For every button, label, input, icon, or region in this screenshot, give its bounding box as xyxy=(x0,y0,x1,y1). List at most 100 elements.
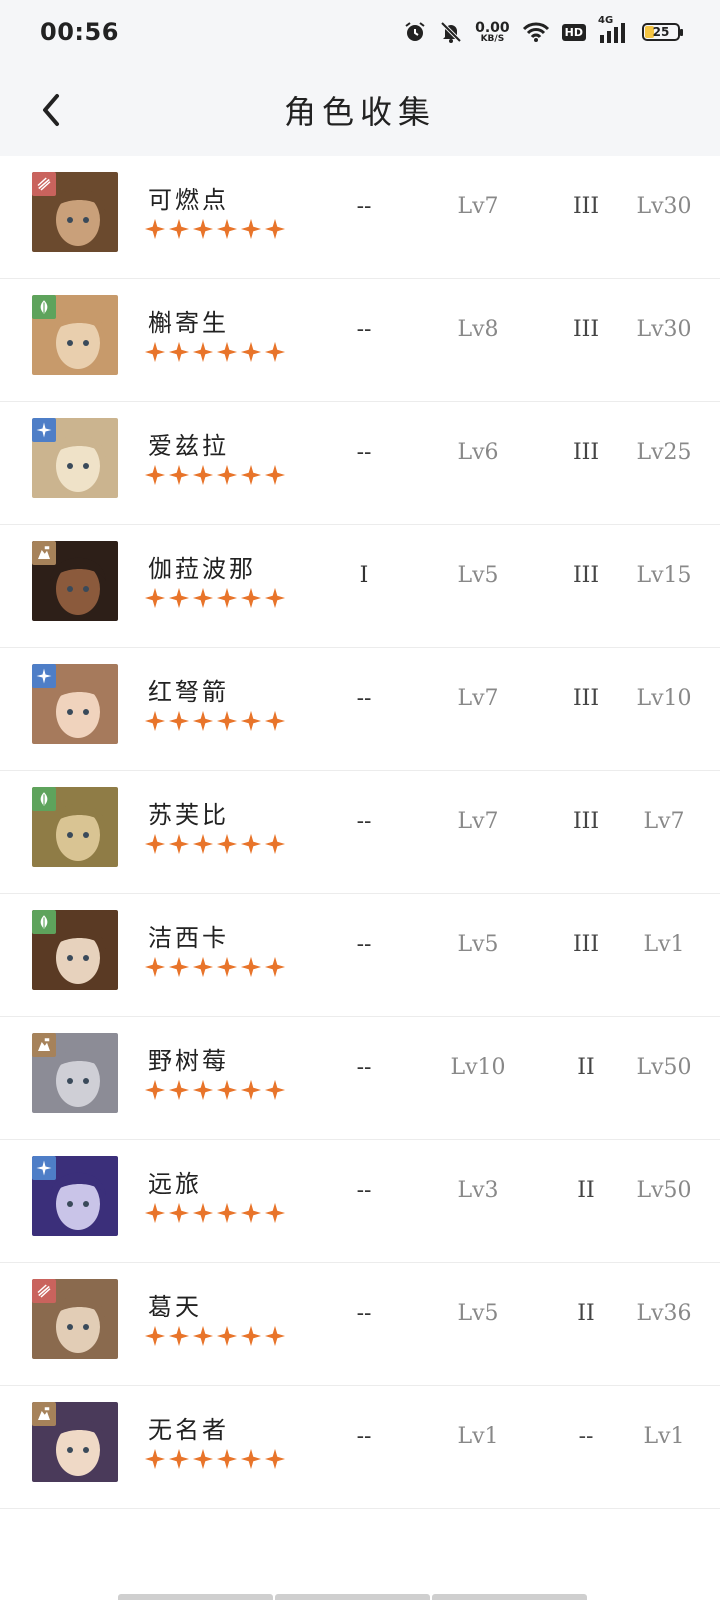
bottom-indicator-segment xyxy=(275,1594,430,1600)
character-name: 可燃点 xyxy=(148,186,229,214)
stat-cell-level-2: Lv1 xyxy=(643,932,685,957)
character-row[interactable]: 无名者 -- Lv1 -- Lv1 xyxy=(0,1386,720,1509)
star-icon xyxy=(216,1202,238,1224)
star-icon xyxy=(216,956,238,978)
mute-bell-icon xyxy=(439,20,463,44)
character-name: 远旅 xyxy=(148,1170,202,1198)
star-icon xyxy=(168,833,190,855)
character-row[interactable]: 伽菈波那 I Lv5 III Lv15 xyxy=(0,525,720,648)
character-name: 无名者 xyxy=(148,1416,229,1444)
star-icon xyxy=(216,833,238,855)
stat-cell-rank: III xyxy=(572,194,600,219)
star-icon xyxy=(168,464,190,486)
stat-cell-level: Lv7 xyxy=(457,686,499,711)
star-icon xyxy=(144,1325,166,1347)
star-icon xyxy=(168,341,190,363)
character-row[interactable]: 葛天 -- Lv5 II Lv36 xyxy=(0,1263,720,1386)
character-row[interactable]: 远旅 -- Lv3 II Lv50 xyxy=(0,1140,720,1263)
star-icon xyxy=(192,218,214,240)
character-row[interactable]: 可燃点 -- Lv7 III Lv30 xyxy=(0,156,720,279)
star-icon xyxy=(264,1202,286,1224)
star-icon xyxy=(216,464,238,486)
character-avatar xyxy=(32,172,118,252)
star-icon xyxy=(192,1448,214,1470)
star-icon xyxy=(240,1448,262,1470)
character-name: 红弩箭 xyxy=(148,678,229,706)
stat-cell-rank: III xyxy=(572,440,600,465)
element-leaf-icon xyxy=(32,295,56,319)
star-rating xyxy=(144,341,286,363)
character-row[interactable]: 爱兹拉 -- Lv6 III Lv25 xyxy=(0,402,720,525)
star-icon xyxy=(192,710,214,732)
star-icon xyxy=(264,956,286,978)
character-avatar xyxy=(32,910,118,990)
stat-cell-rank: II xyxy=(577,1178,595,1203)
star-icon xyxy=(264,587,286,609)
star-icon xyxy=(216,587,238,609)
star-icon xyxy=(264,1325,286,1347)
star-icon xyxy=(216,218,238,240)
stat-cell-level-2: Lv36 xyxy=(636,1301,692,1326)
character-row[interactable]: 苏芙比 -- Lv7 III Lv7 xyxy=(0,771,720,894)
character-name: 苏芙比 xyxy=(148,801,229,829)
stat-cell-rank: III xyxy=(572,563,600,588)
page-title: 角色收集 xyxy=(283,93,436,131)
character-row[interactable]: 槲寄生 -- Lv8 III Lv30 xyxy=(0,279,720,402)
stat-cell-1: -- xyxy=(356,1055,372,1080)
wifi-icon xyxy=(522,21,550,43)
star-rating xyxy=(144,1079,286,1101)
stat-cell-1: -- xyxy=(356,1301,372,1326)
star-icon xyxy=(192,1325,214,1347)
stat-cell-level-2: Lv50 xyxy=(636,1178,692,1203)
character-avatar xyxy=(32,295,118,375)
stat-cell-rank: -- xyxy=(578,1424,594,1449)
element-rock-icon xyxy=(32,1402,56,1426)
star-icon xyxy=(168,1202,190,1224)
status-time: 00:56 xyxy=(40,18,119,46)
character-avatar xyxy=(32,787,118,867)
star-icon xyxy=(216,1079,238,1101)
character-row[interactable]: 洁西卡 -- Lv5 III Lv1 xyxy=(0,894,720,1017)
net-speed-unit: KB/S xyxy=(480,33,505,44)
character-name: 伽菈波那 xyxy=(148,555,256,583)
star-icon xyxy=(144,464,166,486)
stat-cell-level-2: Lv30 xyxy=(636,317,692,342)
star-rating xyxy=(144,833,286,855)
character-name: 洁西卡 xyxy=(148,924,229,952)
star-icon xyxy=(144,710,166,732)
star-icon xyxy=(192,587,214,609)
star-icon xyxy=(144,1079,166,1101)
star-icon xyxy=(240,1202,262,1224)
stat-cell-level: Lv10 xyxy=(450,1055,506,1080)
stat-cell-level-2: Lv1 xyxy=(643,1424,685,1449)
star-icon xyxy=(264,464,286,486)
alarm-icon xyxy=(403,20,427,44)
star-rating xyxy=(144,218,286,240)
star-icon xyxy=(216,341,238,363)
star-rating xyxy=(144,1325,286,1347)
star-icon xyxy=(240,1079,262,1101)
star-icon xyxy=(144,341,166,363)
signal-icon: 4G xyxy=(598,15,630,43)
character-row[interactable]: 野树莓 -- Lv10 II Lv50 xyxy=(0,1017,720,1140)
character-avatar xyxy=(32,1279,118,1359)
star-icon xyxy=(264,1448,286,1470)
network-type: 4G xyxy=(598,15,614,26)
star-rating xyxy=(144,956,286,978)
star-rating xyxy=(144,587,286,609)
star-icon xyxy=(264,218,286,240)
stat-cell-level-2: Lv10 xyxy=(636,686,692,711)
star-icon xyxy=(144,1448,166,1470)
stat-cell-rank: III xyxy=(572,317,600,342)
stat-cell-1: -- xyxy=(356,317,372,342)
stat-cell-level-2: Lv15 xyxy=(636,563,692,588)
star-icon xyxy=(264,833,286,855)
element-star-icon xyxy=(32,664,56,688)
stat-cell-level-2: Lv7 xyxy=(643,809,685,834)
stat-cell-level: Lv5 xyxy=(457,563,499,588)
star-icon xyxy=(240,218,262,240)
character-row[interactable]: 红弩箭 -- Lv7 III Lv10 xyxy=(0,648,720,771)
stat-cell-level: Lv3 xyxy=(457,1178,499,1203)
element-fire-icon xyxy=(32,1279,56,1303)
back-button[interactable] xyxy=(34,88,68,132)
